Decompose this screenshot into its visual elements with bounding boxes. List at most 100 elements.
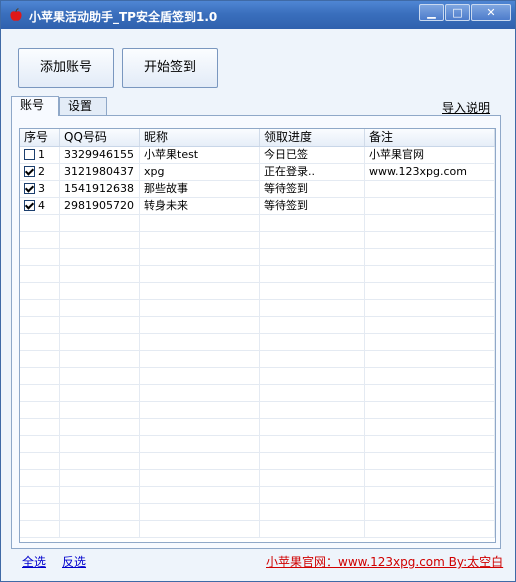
close-button[interactable]: ✕ [471,4,511,21]
row-progress [260,487,365,503]
empty-row [20,419,495,436]
account-list[interactable]: 序号 QQ号码 昵称 领取进度 备注 1 3329946155 小苹果test 今日已… [19,128,496,543]
maximize-button[interactable]: □ [445,4,470,21]
start-signin-button[interactable]: 开始签到 [122,48,218,88]
row-note [365,232,495,248]
row-checkbox[interactable] [24,182,35,194]
minimize-icon: ▁ [427,6,436,19]
row-note [365,368,495,384]
add-account-button[interactable]: 添加账号 [18,48,114,88]
row-qq [60,317,140,333]
row-qq [60,402,140,418]
row-progress [260,419,365,435]
empty-row [20,487,495,504]
row-qq [60,487,140,503]
row-index: 1 [20,147,60,163]
empty-row [20,283,495,300]
row-note [365,470,495,486]
empty-row [20,402,495,419]
column-header-progress[interactable]: 领取进度 [260,129,365,146]
row-note [365,249,495,265]
tab-accounts[interactable]: 账号 [11,96,59,116]
row-qq: 1541912638 [60,181,140,197]
empty-row [20,232,495,249]
row-nickname [140,249,260,265]
row-index [20,368,60,384]
row-index [20,419,60,435]
row-qq [60,470,140,486]
row-index: 3 [20,181,60,197]
row-nickname [140,368,260,384]
row-checkbox[interactable] [24,165,35,177]
table-row[interactable]: 1 3329946155 小苹果test 今日已签 小苹果官网 [20,147,495,164]
accounts-panel: 序号 QQ号码 昵称 领取进度 备注 1 3329946155 小苹果test 今日已… [11,115,501,549]
row-note [365,402,495,418]
row-progress [260,385,365,401]
row-qq [60,521,140,537]
row-nickname [140,453,260,469]
minimize-button[interactable]: ▁ [419,4,444,21]
row-qq [60,351,140,367]
row-progress [260,521,365,537]
column-header-note[interactable]: 备注 [365,129,495,146]
row-note [365,453,495,469]
row-nickname [140,317,260,333]
row-note [365,283,495,299]
website-link[interactable]: 小苹果官网：www.123xpg.com By:太空白 [266,553,503,570]
table-row[interactable]: 4 2981905720 转身未来 等待签到 [20,198,495,215]
column-header-qq[interactable]: QQ号码 [60,129,140,146]
row-checkbox[interactable] [24,148,35,160]
row-qq [60,300,140,316]
empty-row [20,249,495,266]
row-progress [260,334,365,350]
row-nickname [140,215,260,231]
row-index: 2 [20,164,60,180]
column-header-index[interactable]: 序号 [20,129,60,146]
row-checkbox[interactable] [24,199,35,211]
empty-row [20,504,495,521]
empty-row [20,266,495,283]
row-note [365,317,495,333]
title-bar[interactable]: 小苹果活动助手_TP安全盾签到1.0 ▁ □ ✕ [1,1,515,29]
list-header: 序号 QQ号码 昵称 领取进度 备注 [20,129,495,147]
invert-selection-link[interactable]: 反选 [62,553,86,570]
row-index [20,283,60,299]
row-nickname: xpg [140,164,260,180]
import-help-link[interactable]: 导入说明 [442,99,490,116]
empty-row [20,300,495,317]
row-index-label: 3 [38,182,45,195]
row-qq [60,368,140,384]
row-nickname [140,419,260,435]
column-header-nickname[interactable]: 昵称 [140,129,260,146]
table-row[interactable]: 3 1541912638 那些故事 等待签到 [20,181,495,198]
row-qq [60,504,140,520]
row-index [20,402,60,418]
empty-row [20,351,495,368]
row-nickname: 小苹果test [140,147,260,163]
row-nickname [140,470,260,486]
row-qq [60,436,140,452]
row-progress [260,470,365,486]
row-index-label: 1 [38,148,45,161]
row-index [20,300,60,316]
close-icon: ✕ [486,6,496,19]
table-row[interactable]: 2 3121980437 xpg 正在登录.. www.123xpg.com [20,164,495,181]
window-title: 小苹果活动助手_TP安全盾签到1.0 [29,10,218,24]
row-nickname [140,232,260,248]
row-note [365,419,495,435]
row-nickname [140,436,260,452]
row-index-label: 2 [38,165,45,178]
row-progress: 等待签到 [260,181,365,197]
row-note [365,181,495,197]
row-qq [60,453,140,469]
row-note [365,521,495,537]
row-qq [60,266,140,282]
row-progress [260,351,365,367]
row-nickname: 那些故事 [140,181,260,197]
app-window: 小苹果活动助手_TP安全盾签到1.0 ▁ □ ✕ 添加账号 开始签到 账号 设置… [0,0,516,582]
empty-row [20,436,495,453]
select-all-link[interactable]: 全选 [22,553,46,570]
row-qq [60,249,140,265]
empty-row [20,385,495,402]
tab-settings[interactable]: 设置 [59,97,107,115]
